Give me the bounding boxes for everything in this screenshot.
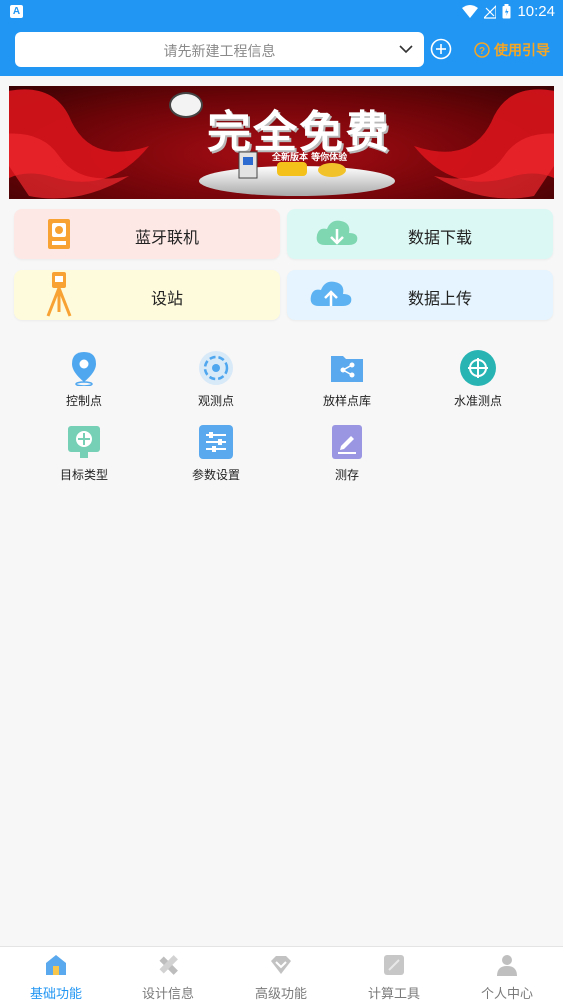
battery-icon: [502, 4, 511, 19]
instrument-image: [238, 151, 346, 179]
promo-banner[interactable]: 完全免费 全新版本 等你体验: [9, 86, 554, 199]
tab-label: 计算工具: [367, 987, 420, 1002]
status-time: 10:24: [517, 3, 555, 20]
tool-label: 水准测点: [453, 394, 502, 408]
tool-measure-save[interactable]: 测存: [307, 424, 387, 488]
design-tools-icon: [159, 955, 178, 975]
signal-icon: [484, 4, 497, 19]
tool-label: 参数设置: [191, 468, 240, 482]
tool-label: 放样点库: [322, 394, 371, 408]
home-icon: [46, 955, 66, 975]
add-project-button[interactable]: [430, 38, 452, 60]
edit-save-icon: [332, 425, 362, 459]
user-icon: [497, 955, 517, 976]
tab-basic-functions[interactable]: 基础功能: [0, 953, 112, 1002]
location-pin-icon: [72, 352, 96, 386]
tool-control-point[interactable]: 控制点: [44, 350, 124, 414]
data-download-label: 数据下载: [407, 228, 472, 247]
project-select[interactable]: 请先新建工程信息: [15, 32, 424, 67]
tool-level-point[interactable]: 水准测点: [438, 350, 518, 414]
help-icon: ?: [474, 42, 490, 58]
tool-label: 目标类型: [59, 468, 108, 482]
tab-personal-center[interactable]: 个人中心: [451, 953, 563, 1002]
header: 请先新建工程信息 ? 使用引导: [0, 24, 563, 76]
sliders-icon: [199, 425, 233, 459]
tab-label: 个人中心: [480, 987, 533, 1002]
ribbon-right-decoration: [414, 89, 554, 199]
tool-label: 控制点: [65, 394, 102, 408]
user-guide-button[interactable]: ? 使用引导: [474, 40, 550, 60]
setup-station-label: 设站: [150, 289, 183, 308]
data-download-card[interactable]: 数据下载: [287, 209, 553, 259]
tab-label: 高级功能: [254, 987, 307, 1002]
ribbon-left-decoration: [9, 89, 149, 199]
brand-logo: [169, 92, 203, 118]
tool-target-type[interactable]: 目标类型: [44, 424, 124, 488]
data-upload-card[interactable]: 数据上传: [287, 270, 553, 320]
share-folder-icon: [331, 356, 363, 382]
tool-label: 观测点: [197, 394, 234, 408]
project-select-placeholder: 请先新建工程信息: [163, 44, 276, 60]
notification-icon: A: [10, 5, 23, 18]
user-guide-label: 使用引导: [494, 43, 550, 59]
crosshair-icon: [460, 350, 496, 386]
bluetooth-connect-card[interactable]: 蓝牙联机: [14, 209, 280, 259]
tab-label: 设计信息: [141, 987, 194, 1002]
wifi-icon: [462, 4, 479, 18]
data-upload-label: 数据上传: [407, 289, 472, 308]
tab-calculation-tools[interactable]: 计算工具: [338, 953, 450, 1002]
tool-stakeout-library[interactable]: 放样点库: [307, 350, 387, 414]
status-bar: A 10:24: [0, 0, 563, 24]
tool-parameter-settings[interactable]: 参数设置: [176, 424, 256, 488]
status-indicators: 10:24: [462, 3, 555, 20]
tab-design-info[interactable]: 设计信息: [112, 953, 224, 1002]
calculator-icon: [384, 955, 404, 975]
tab-label: 基础功能: [29, 987, 82, 1002]
setup-station-card[interactable]: 设站: [14, 270, 280, 320]
tool-observation-point[interactable]: 观测点: [176, 350, 256, 414]
tab-advanced-functions[interactable]: 高级功能: [225, 953, 337, 1002]
target-icon: [199, 351, 233, 385]
bottom-tab-bar: 基础功能 设计信息 高级功能 计算工具 个人中心: [0, 946, 563, 1002]
bluetooth-connect-label: 蓝牙联机: [134, 228, 199, 247]
prism-target-icon: [68, 426, 100, 458]
diamond-icon: [271, 956, 291, 974]
svg-text:?: ?: [479, 46, 485, 57]
tool-label: 测存: [334, 468, 359, 482]
chevron-down-icon: [399, 45, 413, 54]
